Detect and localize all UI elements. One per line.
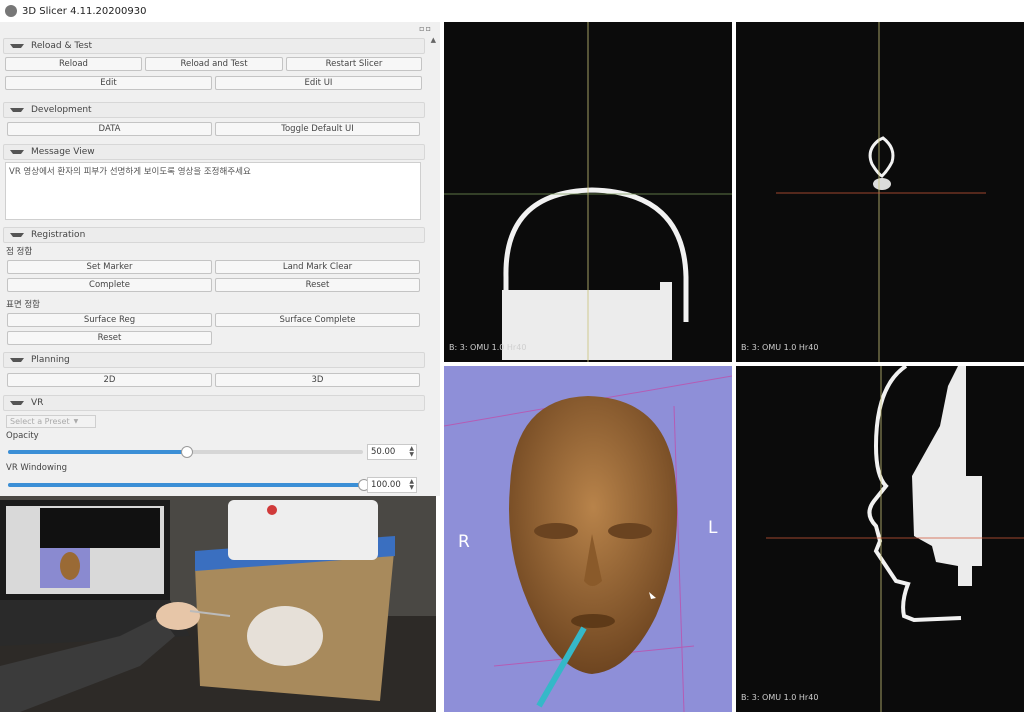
- sagittal-slice-image: [776, 22, 986, 362]
- restart-slicer-button[interactable]: Restart Slicer: [286, 57, 422, 71]
- edit-ui-button[interactable]: Edit UI: [215, 76, 422, 90]
- section-title: Message View: [31, 147, 95, 157]
- opacity-slider[interactable]: [8, 446, 363, 458]
- 2d-button[interactable]: 2D: [7, 373, 212, 387]
- section-registration[interactable]: Registration: [3, 227, 425, 243]
- opacity-spinbox[interactable]: 50.00 ▲ ▼: [367, 444, 417, 460]
- reset-surface-button[interactable]: Reset: [7, 331, 212, 345]
- collapse-arrow-icon: [10, 401, 24, 405]
- collapse-arrow-icon: [10, 358, 24, 362]
- green-slice-view[interactable]: B: 3: OMU 1.0 Hr40: [736, 366, 1024, 712]
- chevron-down-icon: ▼: [73, 418, 79, 425]
- axial-slice-image: [444, 22, 732, 362]
- collapse-arrow-icon: [10, 233, 24, 237]
- section-title: Planning: [31, 355, 70, 365]
- preset-select-text: Select a Preset: [10, 417, 70, 426]
- 3d-button[interactable]: 3D: [215, 373, 420, 387]
- section-title: Registration: [31, 230, 86, 240]
- opacity-value: 50.00: [371, 447, 396, 457]
- vr-windowing-value: 100.00: [371, 480, 401, 490]
- viewer-layout: B: 3: OMU 1.0 Hr40 B: 3: OMU 1.0 Hr40 R …: [440, 0, 1024, 712]
- section-vr[interactable]: VR: [3, 395, 425, 411]
- preset-select[interactable]: Select a Preset ▼: [6, 415, 96, 428]
- reload-button[interactable]: Reload: [5, 57, 142, 71]
- vr-windowing-label: VR Windowing: [6, 463, 68, 473]
- opacity-slider-fill: [8, 450, 186, 454]
- vr-windowing-slider[interactable]: [8, 479, 370, 491]
- vr-windowing-spinbox[interactable]: 100.00 ▲ ▼: [367, 477, 417, 493]
- set-marker-button[interactable]: Set Marker: [7, 260, 212, 274]
- scroll-up-icon[interactable]: ▲: [431, 36, 436, 44]
- spinbox-arrows-icon[interactable]: ▲ ▼: [409, 479, 414, 491]
- message-text: VR 영상에서 환자의 피부가 선명하게 보이도록 영상을 조정해주세요: [5, 162, 421, 220]
- section-message-view[interactable]: Message View: [3, 144, 425, 160]
- surface-reg-button[interactable]: Surface Reg: [7, 313, 212, 327]
- sagittal-profile-image: [766, 366, 1024, 712]
- orientation-left-label: L: [708, 518, 718, 538]
- section-development[interactable]: Development: [3, 102, 425, 118]
- red-slice-view[interactable]: B: 3: OMU 1.0 Hr40: [444, 22, 732, 362]
- window-title: 3D Slicer 4.11.20200930: [22, 5, 147, 17]
- section-title: Reload & Test: [31, 41, 93, 51]
- collapse-arrow-icon: [10, 150, 24, 154]
- collapse-arrow-icon: [10, 44, 24, 48]
- point-registration-label: 점 정합: [6, 247, 33, 257]
- edit-button[interactable]: Edit: [5, 76, 212, 90]
- landmark-clear-button[interactable]: Land Mark Clear: [215, 260, 420, 274]
- red-view-label: B: 3: OMU 1.0 Hr40: [449, 343, 527, 352]
- complete-button[interactable]: Complete: [7, 278, 212, 292]
- reset-point-button[interactable]: Reset: [215, 278, 420, 292]
- 3d-rendering: [444, 375, 732, 712]
- collapse-arrow-icon: [10, 108, 24, 112]
- surface-complete-button[interactable]: Surface Complete: [215, 313, 420, 327]
- data-button[interactable]: DATA: [7, 122, 212, 136]
- orientation-right-label: R: [458, 532, 470, 552]
- section-title: VR: [31, 398, 44, 408]
- setup-photo-illustration: [0, 496, 436, 712]
- section-reload-test[interactable]: Reload & Test: [3, 38, 425, 54]
- spinbox-arrows-icon[interactable]: ▲ ▼: [409, 446, 414, 458]
- reload-and-test-button[interactable]: Reload and Test: [145, 57, 283, 71]
- surface-registration-label: 표면 정합: [6, 300, 40, 310]
- vr-windowing-slider-fill: [8, 483, 363, 487]
- app-icon: [5, 5, 17, 17]
- green-view-label: B: 3: OMU 1.0 Hr40: [741, 693, 819, 702]
- section-title: Development: [31, 105, 92, 115]
- section-planning[interactable]: Planning: [3, 352, 425, 368]
- toggle-default-ui-button[interactable]: Toggle Default UI: [215, 122, 420, 136]
- module-panel: ▫▫ ▲ Reload & Test Reload Reload and Tes…: [0, 22, 441, 496]
- opacity-label: Opacity: [6, 431, 39, 441]
- opacity-slider-handle[interactable]: [180, 446, 193, 458]
- title-bar: 3D Slicer 4.11.20200930: [0, 0, 440, 22]
- 3d-view[interactable]: R L: [444, 366, 732, 712]
- yellow-slice-view[interactable]: B: 3: OMU 1.0 Hr40: [736, 22, 1024, 362]
- yellow-view-label: B: 3: OMU 1.0 Hr40: [741, 343, 819, 352]
- setup-photo: [0, 496, 436, 712]
- dock-controls-icon[interactable]: ▫▫: [419, 24, 432, 33]
